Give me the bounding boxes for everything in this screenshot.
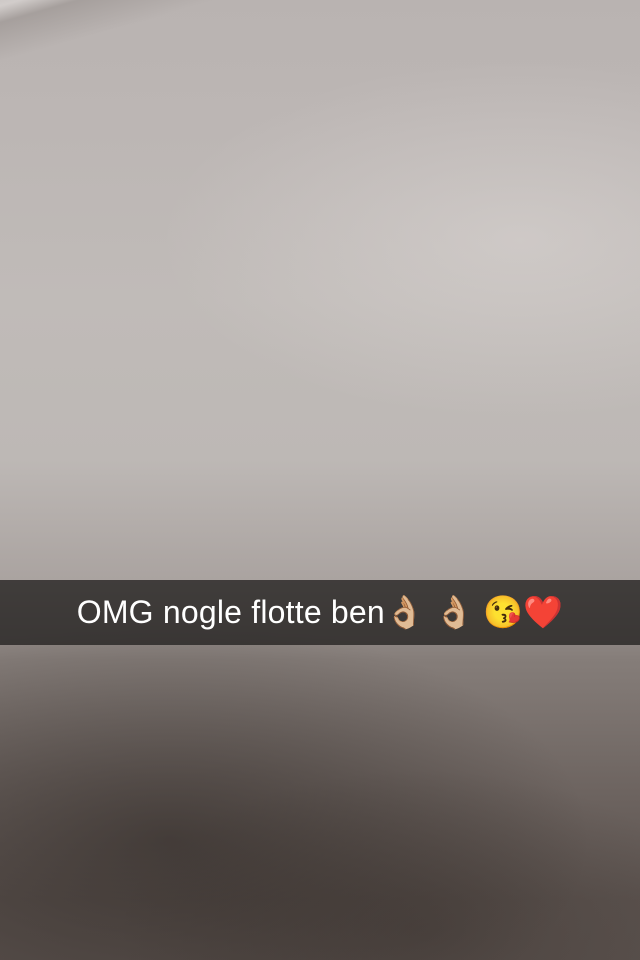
background-photo-wall-edge (0, 0, 293, 67)
snap-photo-view: OMG nogle flotte ben👌🏼 👌🏼 😘❤️ (0, 0, 640, 960)
caption-bar: OMG nogle flotte ben👌🏼 👌🏼 😘❤️ (0, 580, 640, 645)
caption-text: OMG nogle flotte ben👌🏼 👌🏼 😘❤️ (76, 594, 564, 630)
